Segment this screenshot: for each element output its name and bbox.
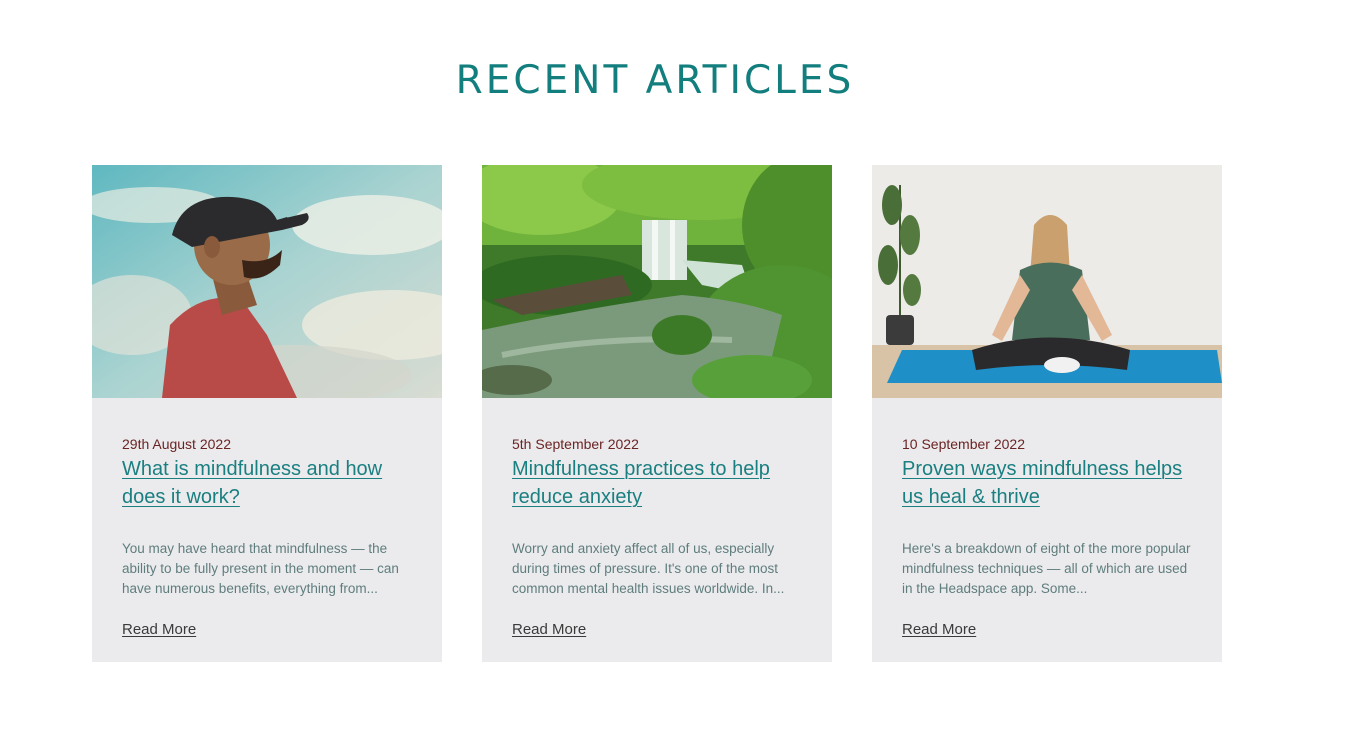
- read-more-link[interactable]: Read More: [122, 620, 196, 640]
- article-excerpt: Here's a breakdown of eight of the more …: [902, 541, 1191, 596]
- article-title-link[interactable]: What is mindfulness and how does it work…: [122, 455, 412, 511]
- article-excerpt: You may have heard that mindfulness — th…: [122, 541, 399, 596]
- article-card: 10 September 2022 Proven ways mindfulnes…: [872, 165, 1222, 662]
- section-title: RECENT ARTICLES: [455, 58, 855, 103]
- article-list: 29th August 2022 What is mindfulness and…: [92, 165, 1222, 662]
- woman-meditating-image: [872, 165, 1222, 398]
- page: RECENT ARTICLES 29th August 2022 What is…: [0, 0, 1362, 748]
- article-card: 5th September 2022 Mindfulness practices…: [482, 165, 832, 662]
- article-date: 10 September 2022: [902, 436, 1025, 452]
- article-image[interactable]: [482, 165, 832, 398]
- article-card: 29th August 2022 What is mindfulness and…: [92, 165, 442, 662]
- forest-waterfall-image: [482, 165, 832, 398]
- read-more-link[interactable]: Read More: [902, 620, 976, 640]
- article-excerpt: Worry and anxiety affect all of us, espe…: [512, 541, 785, 596]
- article-title-link[interactable]: Proven ways mindfulness helps us heal & …: [902, 455, 1192, 511]
- article-image[interactable]: [872, 165, 1222, 398]
- read-more-link[interactable]: Read More: [512, 620, 586, 640]
- man-breathing-image: [92, 165, 442, 398]
- article-title-link[interactable]: Mindfulness practices to help reduce anx…: [512, 455, 802, 511]
- article-date: 29th August 2022: [122, 436, 231, 452]
- article-image[interactable]: [92, 165, 442, 398]
- article-date: 5th September 2022: [512, 436, 639, 452]
